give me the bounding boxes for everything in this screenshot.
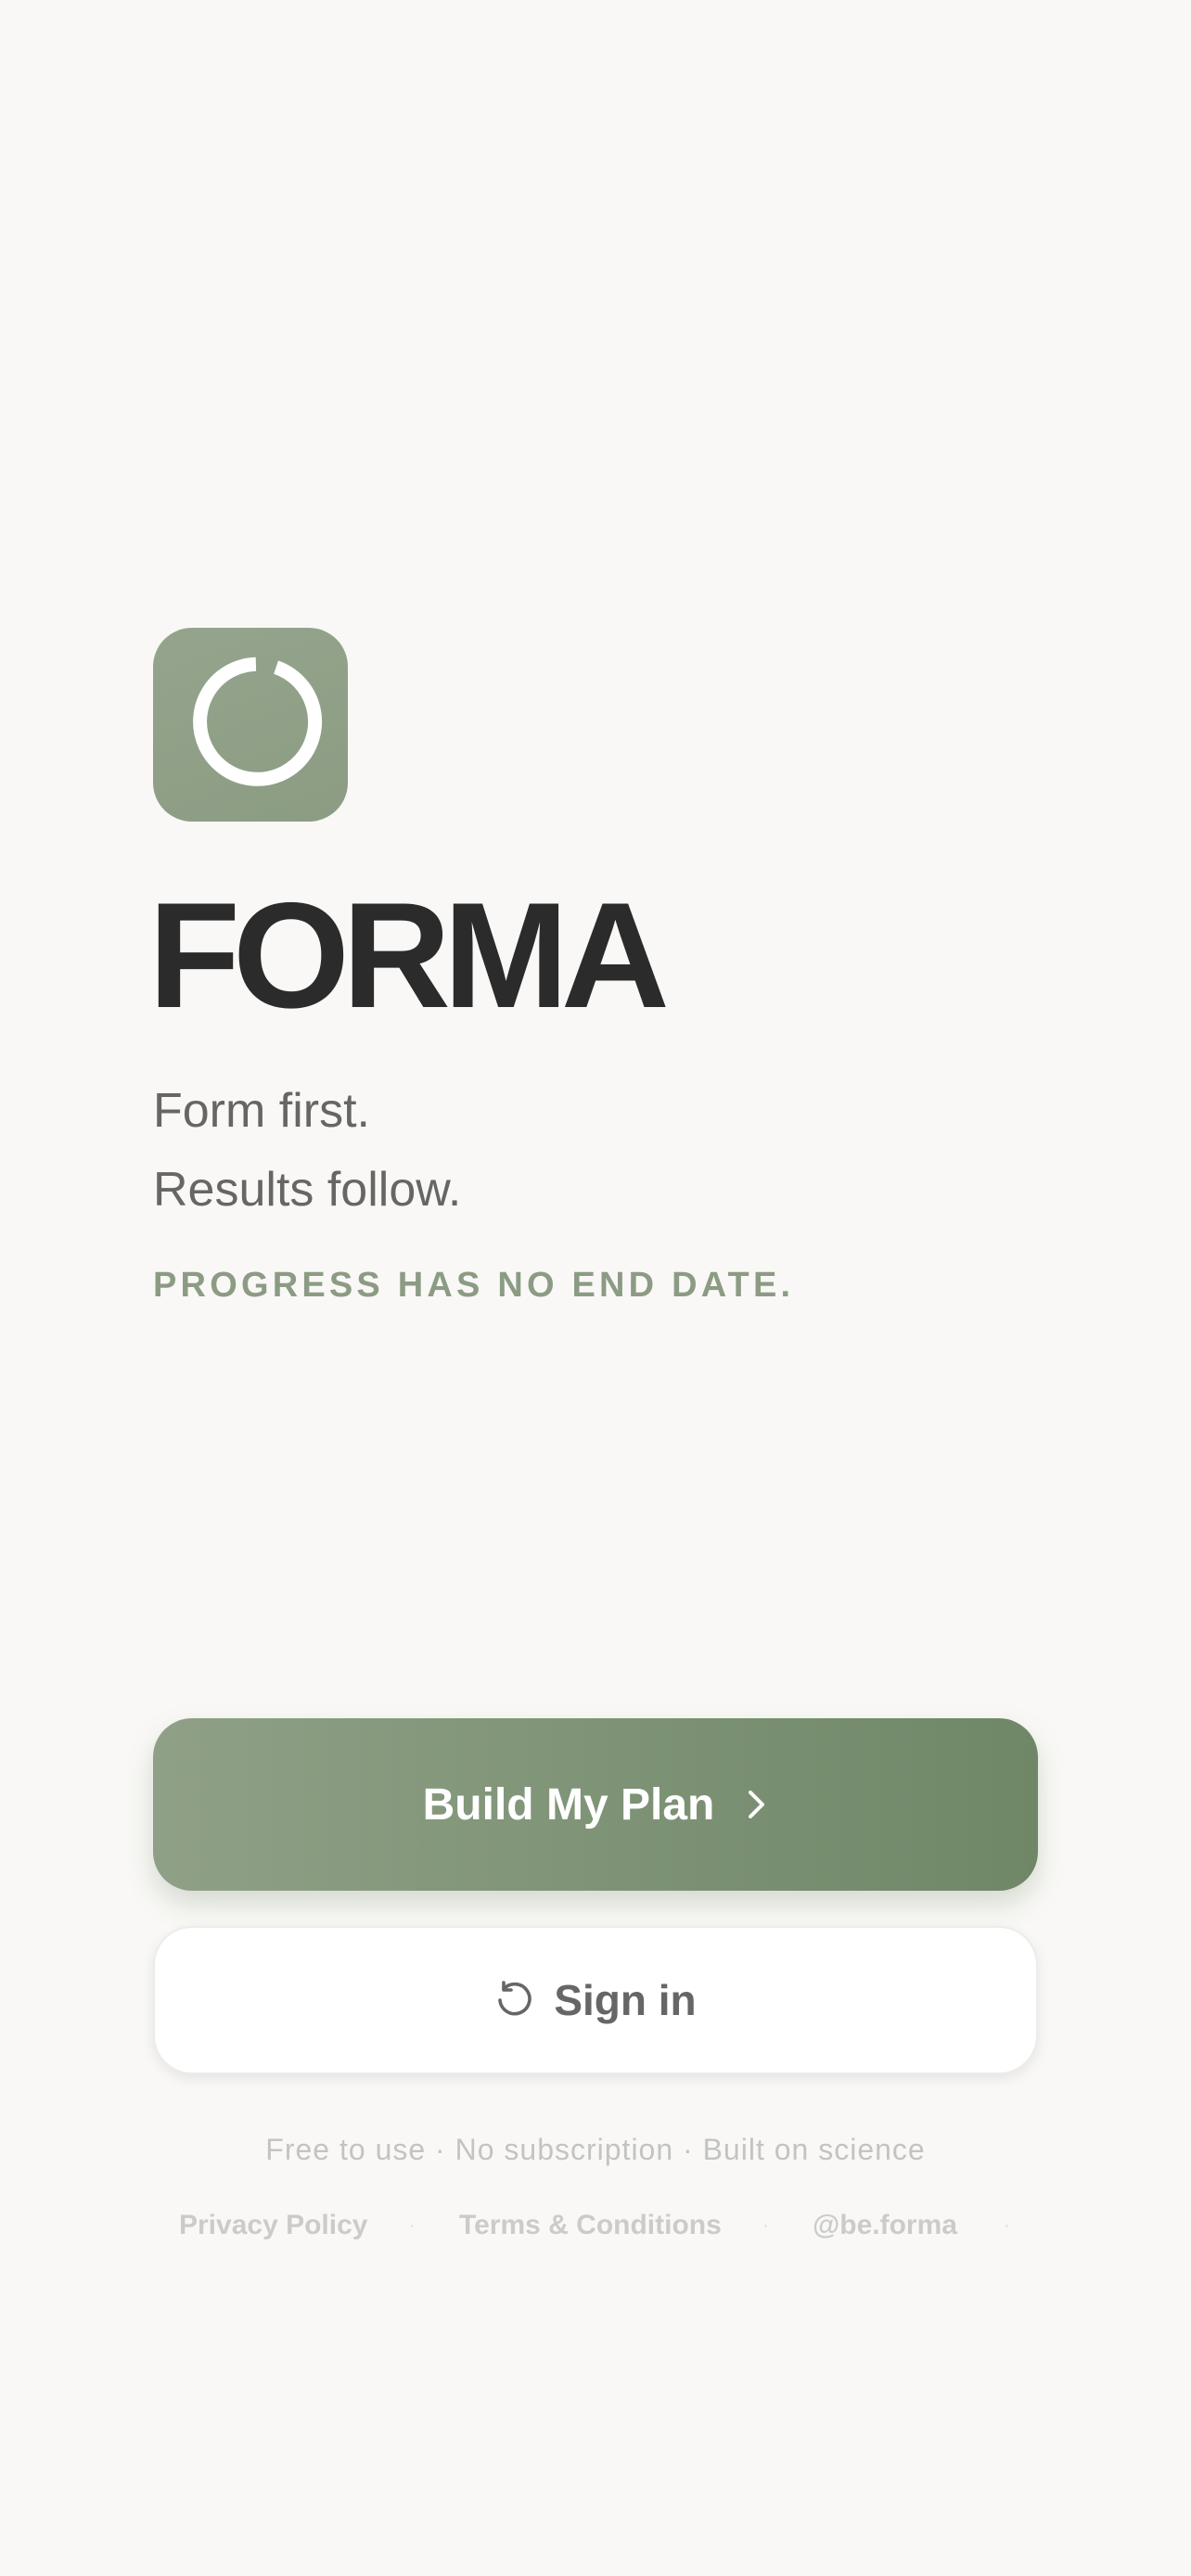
footer-note: Free to use · No subscription · Built on… <box>265 2133 926 2166</box>
build-my-plan-label: Build My Plan <box>422 1779 715 1830</box>
footer-separator: · <box>1004 2215 1010 2236</box>
terms-conditions-link[interactable]: Terms & Conditions <box>459 2207 722 2244</box>
tagline-line-1: Form first. <box>153 1084 370 1138</box>
tagline-line-2: Results follow. <box>153 1163 462 1217</box>
sign-in-button[interactable]: Sign in <box>153 1926 1038 2074</box>
app-title: FORMA <box>148 872 670 1039</box>
footer-links: Privacy Policy · Terms & Conditions · @b… <box>0 2207 1191 2244</box>
motto: PROGRESS HAS NO END DATE. <box>153 1266 795 1305</box>
footer-separator: · <box>762 2215 769 2236</box>
chevron-right-icon <box>749 1791 765 1818</box>
refresh-icon <box>498 1981 532 2016</box>
sign-in-label: Sign in <box>554 1976 697 2024</box>
footer-separator: · <box>409 2215 416 2236</box>
app-logo <box>153 628 348 822</box>
instagram-handle-link[interactable]: @be.forma <box>813 2207 957 2244</box>
privacy-policy-link[interactable]: Privacy Policy <box>179 2207 367 2244</box>
ring-logo-icon <box>193 657 323 786</box>
build-my-plan-button[interactable]: Build My Plan <box>153 1718 1038 1891</box>
